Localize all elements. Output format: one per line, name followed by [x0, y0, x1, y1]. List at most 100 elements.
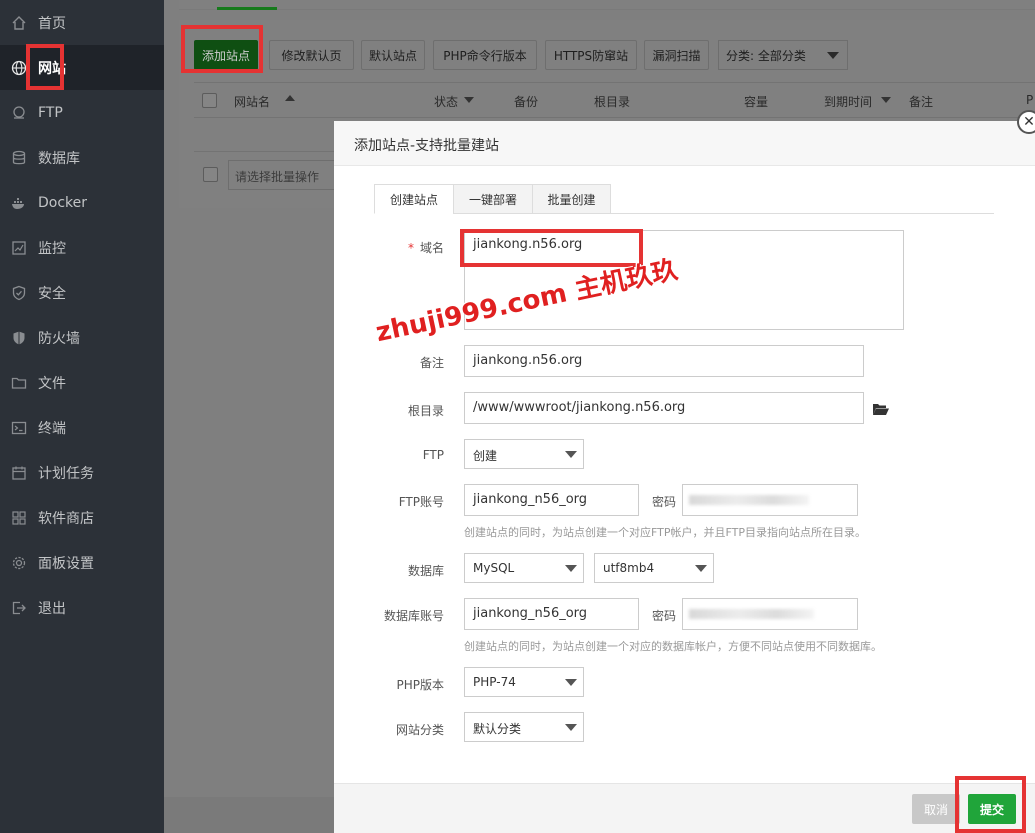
blurred-password	[689, 495, 809, 505]
cancel-button[interactable]: 取消	[912, 794, 960, 824]
sidebar-item-label: FTP	[38, 104, 63, 121]
ftp-label: FTP	[422, 448, 444, 462]
home-icon	[10, 14, 28, 32]
sidebar-item-cron[interactable]: 计划任务	[0, 450, 164, 495]
php-cli-version-button[interactable]: PHP命令行版本	[433, 40, 537, 70]
database-charset-select[interactable]: utf8mb4	[594, 553, 714, 583]
header-remark: 备注	[909, 95, 934, 109]
active-tab-indicator	[217, 7, 277, 10]
chevron-down-icon	[827, 52, 839, 59]
default-site-button[interactable]: 默认站点	[361, 40, 425, 70]
site-category-value: 默认分类	[473, 722, 522, 736]
sidebar-item-files[interactable]: 文件	[0, 360, 164, 405]
firewall-icon	[10, 329, 28, 347]
site-category-select[interactable]: 默认分类	[464, 712, 584, 742]
sidebar-item-terminal[interactable]: 终端	[0, 405, 164, 450]
monitor-icon	[10, 239, 28, 257]
edit-default-page-button[interactable]: 修改默认页	[269, 40, 354, 70]
database-type-select[interactable]: MySQL	[464, 553, 584, 583]
sidebar-item-label: 面板设置	[38, 555, 94, 572]
chevron-down-icon	[695, 565, 707, 572]
add-site-dialog: 添加站点-支持批量建站 创建站点 一键部署 批量创建 * 域名 jiankong.…	[334, 121, 1035, 833]
top-tab-strip	[179, 0, 1035, 10]
category-filter-select[interactable]: 分类: 全部分类	[718, 40, 848, 70]
sidebar-item-label: Docker	[38, 194, 88, 211]
https-guard-button[interactable]: HTTPS防窜站	[545, 40, 637, 70]
table-header: 网站名 状态 备份 根目录 容量 到期时间 备注 P	[194, 82, 1035, 118]
header-capacity: 容量	[744, 95, 769, 109]
database-charset-value: utf8mb4	[603, 561, 655, 575]
sidebar-item-monitor[interactable]: 监控	[0, 225, 164, 270]
sidebar-item-home[interactable]: 首页	[0, 0, 164, 45]
sidebar-item-label: 安全	[38, 285, 66, 302]
db-hint: 创建站点的同时，为站点创建一个对应的数据库帐户，方便不同站点使用不同数据库。	[464, 640, 882, 653]
sidebar-item-database[interactable]: 数据库	[0, 135, 164, 180]
ftp-select[interactable]: 创建	[464, 439, 584, 469]
dialog-tabs: 创建站点 一键部署 批量创建	[374, 184, 994, 214]
grid-icon	[10, 509, 28, 527]
sidebar-item-label: 文件	[38, 375, 66, 392]
sidebar-item-docker[interactable]: Docker	[0, 180, 164, 225]
globe-icon	[10, 59, 28, 77]
chevron-down-icon	[565, 565, 577, 572]
blurred-password	[689, 609, 814, 619]
php-version-value: PHP-74	[473, 675, 516, 689]
header-site-name[interactable]: 网站名	[234, 93, 270, 110]
ftp-password-label: 密码	[652, 495, 677, 509]
tab-batch-create[interactable]: 批量创建	[532, 184, 611, 214]
sidebar-item-store[interactable]: 软件商店	[0, 495, 164, 540]
add-site-button[interactable]: 添加站点	[194, 40, 258, 70]
header-status[interactable]: 状态	[434, 93, 458, 110]
sidebar-item-settings[interactable]: 面板设置	[0, 540, 164, 585]
sidebar-item-security[interactable]: 安全	[0, 270, 164, 315]
dialog-footer: 取消 提交	[334, 783, 1035, 833]
domain-label-text: 域名	[419, 241, 444, 255]
batch-operation-select[interactable]: 请选择批量操作	[228, 160, 348, 190]
sidebar-item-label: 防火墙	[38, 330, 80, 347]
php-version-label: PHP版本	[396, 678, 445, 692]
db-account-label: 数据库账号	[383, 609, 444, 623]
sidebar-item-logout[interactable]: 退出	[0, 585, 164, 630]
ftp-password-input[interactable]	[682, 484, 858, 516]
sidebar-item-label: 数据库	[38, 150, 80, 167]
database-type-value: MySQL	[473, 561, 515, 575]
root-dir-label: 根目录	[407, 404, 444, 418]
header-expiry[interactable]: 到期时间	[824, 93, 872, 110]
sidebar-item-label: 终端	[38, 420, 66, 437]
category-filter-value: 分类: 全部分类	[726, 48, 806, 63]
close-icon[interactable]: ✕	[1017, 110, 1035, 134]
chevron-down-icon	[565, 451, 577, 458]
db-password-input[interactable]	[682, 598, 858, 630]
header-backup: 备份	[514, 95, 539, 109]
site-category-label: 网站分类	[395, 723, 444, 737]
root-dir-input[interactable]: /www/wwwroot/jiankong.n56.org	[464, 392, 864, 424]
folder-open-icon[interactable]	[872, 401, 890, 417]
remark-input[interactable]: jiankong.n56.org	[464, 345, 864, 377]
ftp-account-input[interactable]: jiankong_n56_org	[464, 484, 639, 516]
sort-down-icon[interactable]	[464, 97, 474, 103]
sort-down-icon[interactable]	[881, 97, 891, 103]
batch-checkbox[interactable]	[203, 167, 218, 182]
sidebar-item-website[interactable]: 网站	[0, 45, 164, 90]
domain-label: * 域名	[407, 241, 444, 255]
php-version-select[interactable]: PHP-74	[464, 667, 584, 697]
remark-label: 备注	[419, 356, 444, 370]
shield-icon	[10, 284, 28, 302]
select-all-checkbox[interactable]	[202, 93, 217, 108]
header-root-dir: 根目录	[594, 95, 631, 109]
dialog-title: 添加站点-支持批量建站	[334, 121, 1035, 166]
domain-value: jiankong.n56.org	[473, 237, 583, 252]
sidebar-item-label: 首页	[38, 15, 66, 32]
sidebar-item-label: 监控	[38, 240, 66, 257]
sidebar-item-firewall[interactable]: 防火墙	[0, 315, 164, 360]
folder-icon	[10, 374, 28, 392]
submit-button[interactable]: 提交	[968, 794, 1016, 824]
tab-create-site[interactable]: 创建站点	[374, 184, 454, 214]
logout-icon	[10, 599, 28, 617]
vuln-scan-button[interactable]: 漏洞扫描	[644, 40, 709, 70]
tab-one-click-deploy[interactable]: 一键部署	[453, 184, 533, 214]
sidebar-item-ftp[interactable]: FTP	[0, 90, 164, 135]
db-account-input[interactable]: jiankong_n56_org	[464, 598, 639, 630]
sidebar-item-label: 网站	[38, 60, 66, 77]
sort-up-icon[interactable]	[285, 95, 295, 101]
